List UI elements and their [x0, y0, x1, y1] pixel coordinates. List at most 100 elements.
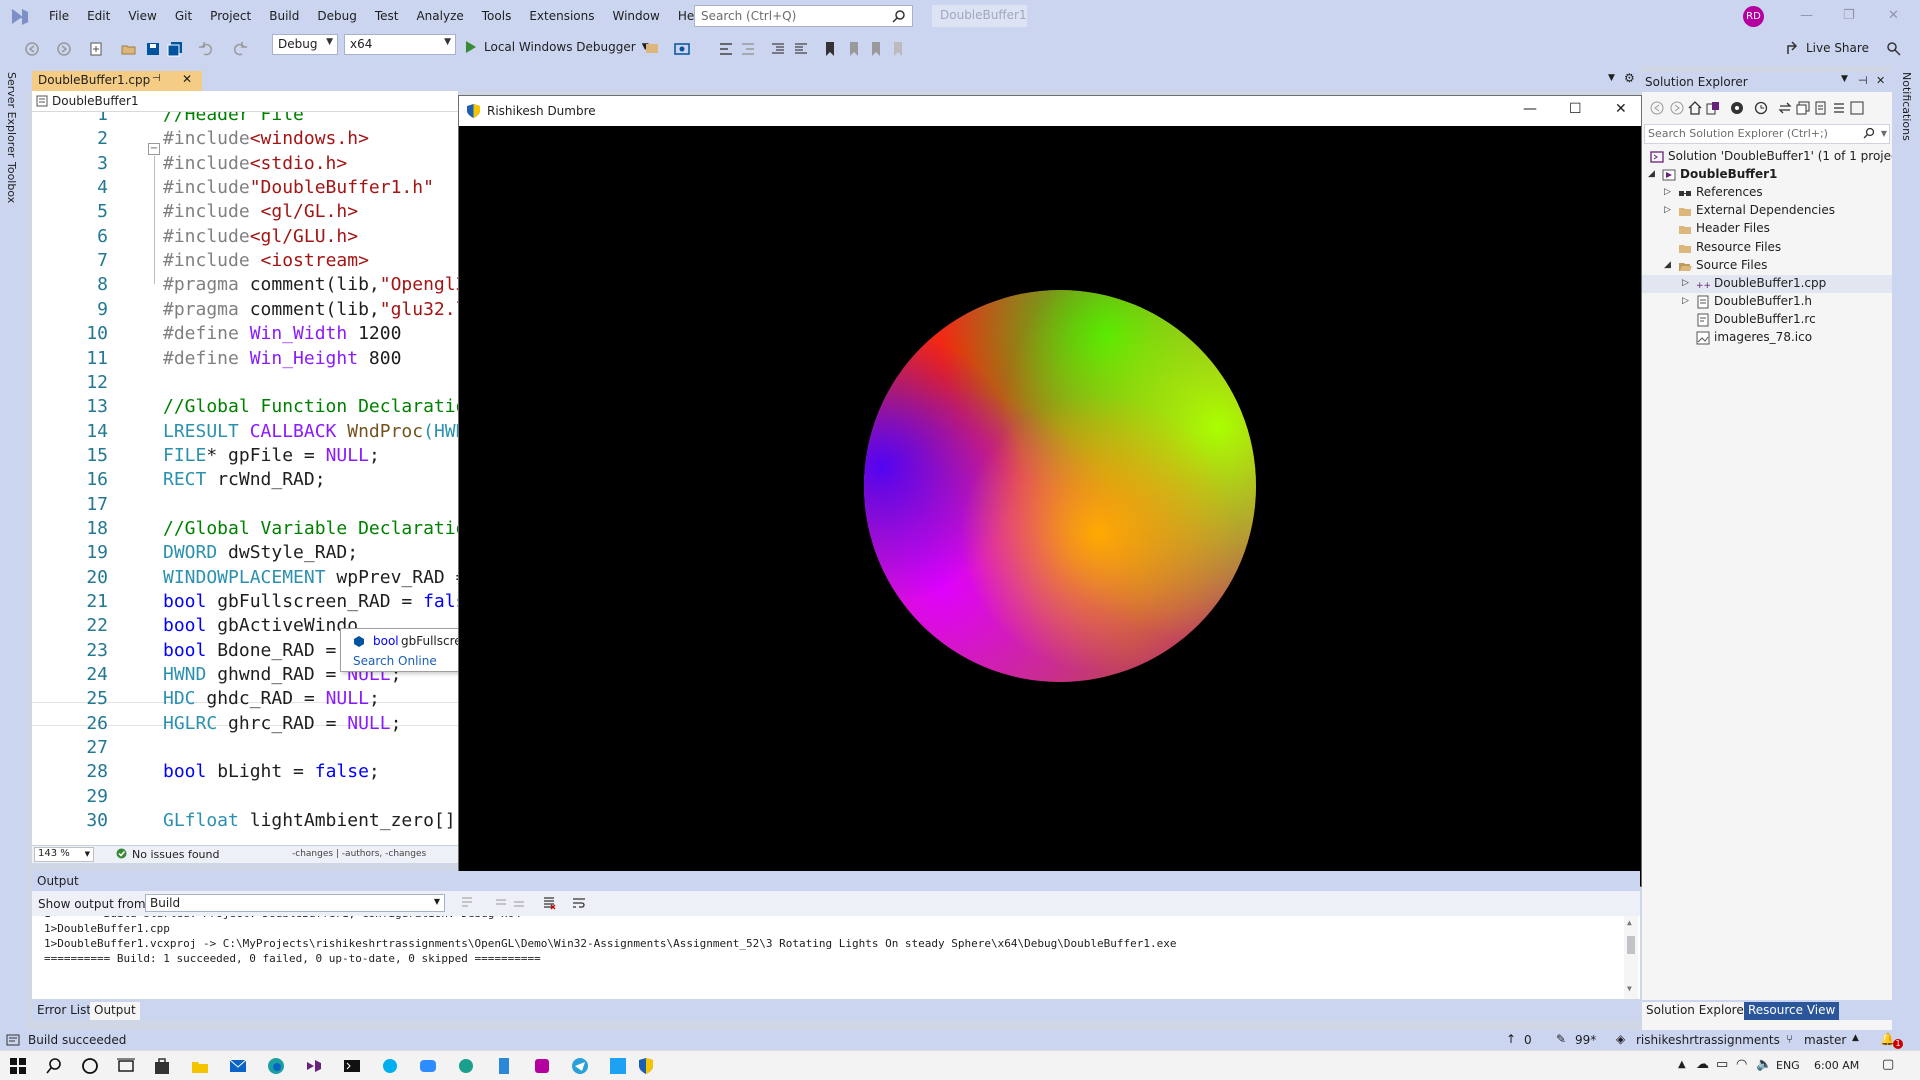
live-share-button[interactable]: Live Share: [1786, 40, 1869, 56]
mail-icon[interactable]: [228, 1056, 248, 1076]
file-explorer-icon[interactable]: [190, 1056, 210, 1076]
code-line[interactable]: 4 #include"DoubleBuffer1.h": [32, 177, 458, 201]
start-debugger-button[interactable]: Local Windows Debugger ▼: [464, 40, 649, 54]
zoom-icon[interactable]: [418, 1056, 438, 1076]
save-icon[interactable]: [145, 41, 161, 57]
code-line[interactable]: 7 #include <iostream>: [32, 250, 458, 274]
history-icon[interactable]: [1754, 101, 1768, 115]
telegram-icon[interactable]: [570, 1056, 590, 1076]
branch-name[interactable]: master: [1804, 1033, 1846, 1047]
outdent-icon[interactable]: [793, 41, 809, 57]
solution-search-input[interactable]: Search Solution Explorer (Ctrl+;) ▼: [1644, 124, 1890, 144]
tab-output[interactable]: Output: [90, 1002, 140, 1020]
git-changes-status[interactable]: -changes | -authors, -changes: [292, 849, 426, 859]
menu-project[interactable]: Project: [201, 0, 260, 32]
next-bookmark-icon[interactable]: [868, 41, 884, 57]
code-line[interactable]: 18 //Global Variable Declaration: [32, 518, 458, 542]
skype-icon[interactable]: [380, 1056, 400, 1076]
battery-icon[interactable]: ▭: [1716, 1057, 1728, 1072]
code-line[interactable]: 21 bool gbFullscreen_RAD = false: [32, 591, 458, 615]
forward-icon[interactable]: [56, 41, 72, 57]
toolbox-tab[interactable]: Toolbox: [5, 162, 18, 203]
show-all-files-icon[interactable]: [1814, 101, 1828, 115]
clear-all-icon[interactable]: [542, 896, 556, 910]
code-line[interactable]: 13 //Global Function Declaration: [32, 396, 458, 420]
code-line[interactable]: 10 #define Win_Width 1200: [32, 323, 458, 347]
forward-icon[interactable]: [1670, 101, 1684, 115]
code-line[interactable]: 1 //Header File: [32, 112, 458, 128]
search-online-link[interactable]: Search Online: [353, 654, 437, 668]
store-icon[interactable]: [152, 1056, 172, 1076]
switch-views-icon[interactable]: [1706, 101, 1720, 115]
pencil-icon[interactable]: ✎: [1556, 1032, 1566, 1046]
tree-item[interactable]: imageres_78.ico: [1642, 329, 1892, 347]
restore-icon[interactable]: ❐: [1843, 8, 1855, 23]
code-line[interactable]: 25 HDC ghdc_RAD = NULL;: [32, 688, 458, 712]
tree-item[interactable]: ▷ References: [1642, 184, 1892, 202]
code-line[interactable]: 6 #include<gl/GLU.h>: [32, 226, 458, 250]
output-scrollbar[interactable]: ▲ ▼: [1624, 916, 1638, 999]
tree-item[interactable]: ▷ DoubleBuffer1.h: [1642, 293, 1892, 311]
avatar[interactable]: RD: [1743, 6, 1764, 27]
code-line[interactable]: 26 HGLRC ghrc_RAD = NULL;: [32, 713, 458, 737]
language-indicator[interactable]: ENG: [1776, 1059, 1800, 1072]
tree-item[interactable]: Header Files: [1642, 220, 1892, 238]
action-center-icon[interactable]: ▢: [1882, 1057, 1894, 1072]
tree-item[interactable]: ▷ ++ DoubleBuffer1.cpp: [1642, 274, 1892, 293]
code-line[interactable]: 12: [32, 372, 458, 396]
opengl-app-taskbar-icon[interactable]: [636, 1056, 656, 1076]
server-explorer-tab[interactable]: Server Explorer: [5, 72, 18, 157]
code-line[interactable]: 30 GLfloat lightAmbient_zero[] =: [32, 810, 458, 834]
save-all-icon[interactable]: [167, 41, 183, 57]
indent-icon[interactable]: [770, 41, 786, 57]
pin-icon[interactable]: ⊣: [152, 73, 161, 84]
open-icon[interactable]: [121, 41, 137, 57]
word-wrap-icon[interactable]: [572, 896, 586, 910]
tree-item[interactable]: ▷ External Dependencies: [1642, 202, 1892, 220]
minimize-icon[interactable]: —: [1523, 101, 1537, 117]
app-icon[interactable]: [456, 1056, 476, 1076]
tab-overflow-icon[interactable]: ▼: [1608, 73, 1615, 83]
navigation-bar[interactable]: DoubleBuffer1: [32, 91, 458, 112]
global-search-input[interactable]: Search (Ctrl+Q): [694, 5, 913, 27]
cortana-icon[interactable]: [80, 1056, 100, 1076]
code-line[interactable]: 15 FILE* gpFile = NULL;: [32, 445, 458, 469]
edge-icon[interactable]: [266, 1056, 286, 1076]
code-line[interactable]: 3 #include<stdio.h>: [32, 153, 458, 177]
code-line[interactable]: 20 WINDOWPLACEMENT wpPrev_RAD =: [32, 567, 458, 591]
clock[interactable]: 6:00 AM: [1814, 1059, 1859, 1072]
menu-view[interactable]: View: [119, 0, 165, 32]
code-line[interactable]: 16 RECT rcWnd_RAD;: [32, 469, 458, 493]
chevron-up-icon[interactable]: ▲: [1852, 1033, 1859, 1043]
tree-item[interactable]: Solution 'DoubleBuffer1' (1 of 1 project…: [1642, 148, 1907, 166]
collapsed-icon[interactable]: ▷: [1664, 187, 1671, 197]
back-icon[interactable]: [24, 41, 40, 57]
menu-edit[interactable]: Edit: [78, 0, 119, 32]
new-project-icon[interactable]: [88, 41, 104, 57]
menu-extensions[interactable]: Extensions: [520, 0, 603, 32]
windows-start-icon[interactable]: [8, 1056, 28, 1076]
prev-message-icon[interactable]: [494, 896, 508, 910]
collapsed-icon[interactable]: ▷: [1682, 278, 1689, 288]
arrow-up-icon[interactable]: ↑: [1506, 1032, 1516, 1046]
tab-doublebuffer1-cpp[interactable]: DoubleBuffer1.cpp ⊣ ✕: [32, 71, 202, 91]
preview-icon[interactable]: [1850, 101, 1864, 115]
feedback-icon[interactable]: [1886, 41, 1902, 57]
menu-tools[interactable]: Tools: [473, 0, 521, 32]
repo-icon[interactable]: ◈: [1616, 1032, 1625, 1046]
menu-debug[interactable]: Debug: [308, 0, 365, 32]
code-line[interactable]: 2 #include<windows.h>: [32, 128, 458, 152]
collapsed-icon[interactable]: ▷: [1664, 205, 1671, 215]
tree-item[interactable]: ◢ DoubleBuffer1: [1642, 166, 1892, 184]
twitter-icon[interactable]: [608, 1056, 628, 1076]
collapsed-icon[interactable]: ▷: [1682, 296, 1689, 306]
code-line[interactable]: 28 bool bLight = false;: [32, 761, 458, 785]
chevron-down-icon[interactable]: ▼: [1841, 74, 1848, 84]
sync-icon[interactable]: [1778, 101, 1792, 115]
opengl-app-window[interactable]: Rishikesh Dumbre — ☐ ✕: [458, 95, 1642, 887]
task-view-icon[interactable]: [116, 1056, 136, 1076]
close-icon[interactable]: ✕: [1615, 101, 1627, 117]
zoom-select[interactable]: 143 % ▼: [34, 847, 94, 862]
bookmark-icon[interactable]: [822, 41, 838, 57]
tree-item[interactable]: ◢ Source Files: [1642, 257, 1892, 275]
